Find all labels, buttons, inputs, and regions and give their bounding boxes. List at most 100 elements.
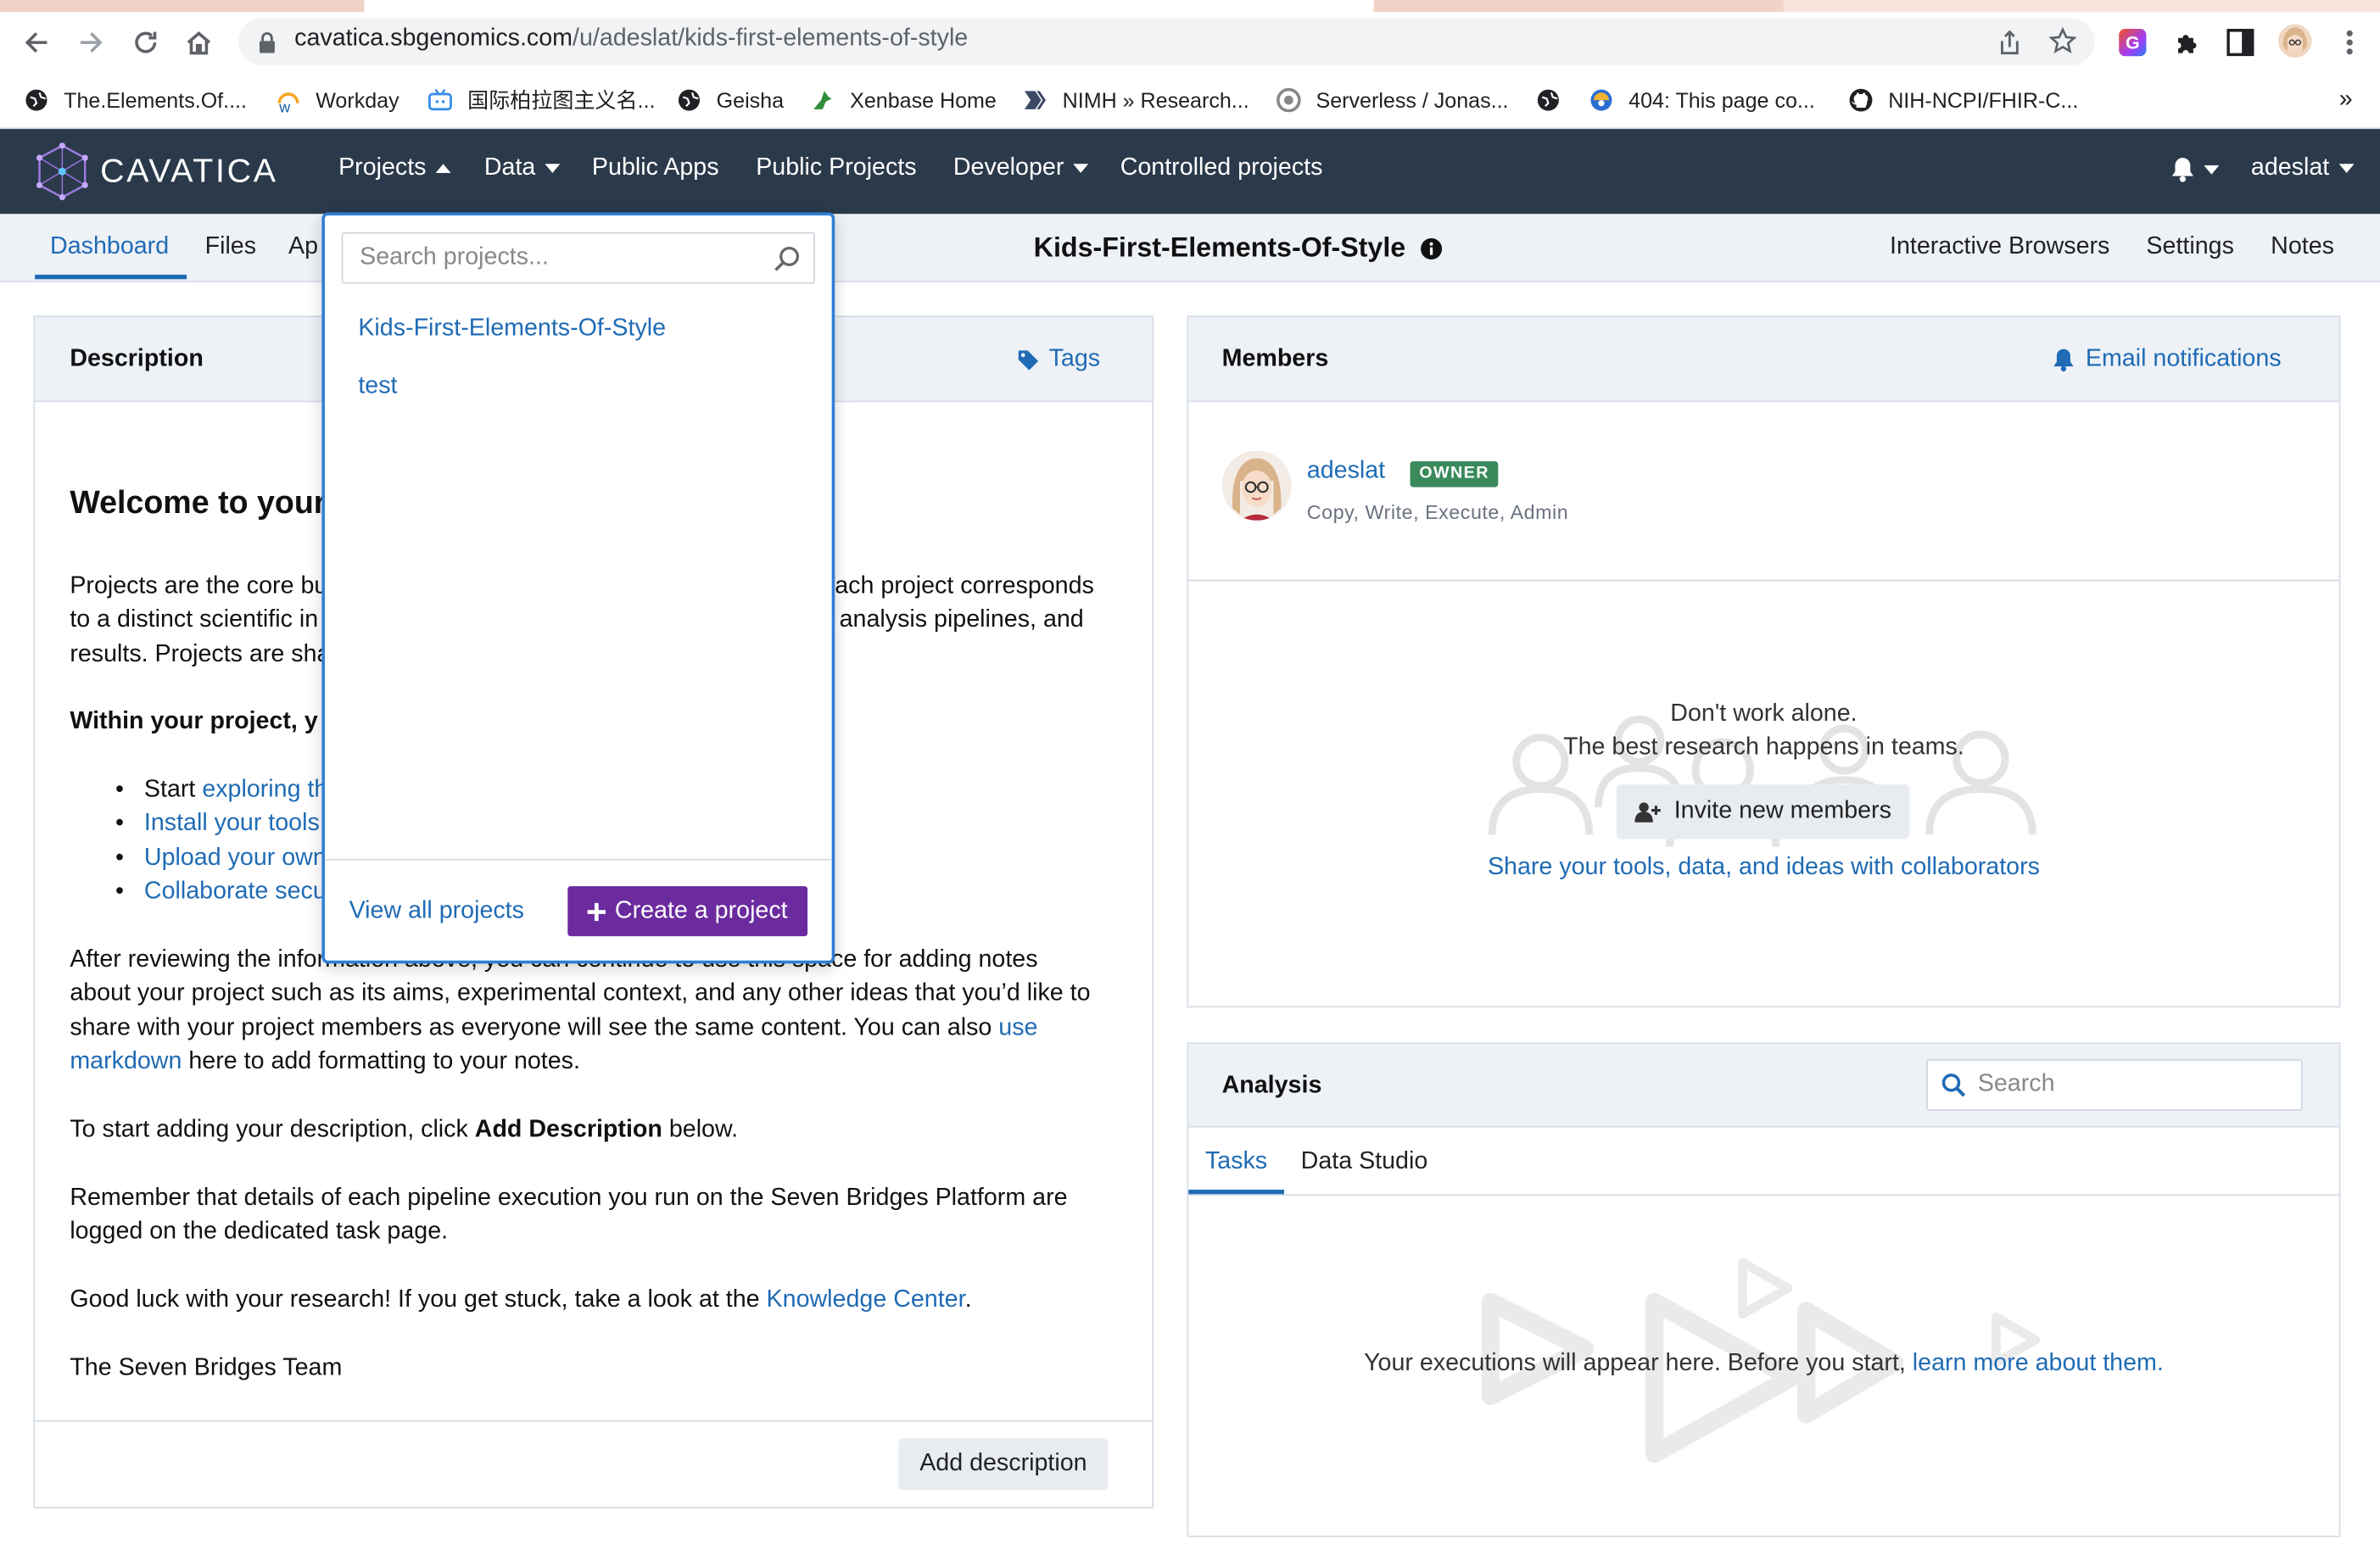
bookmark-item[interactable]: NIMH » Research...	[1023, 83, 1249, 116]
tags-link[interactable]: Tags	[1017, 346, 1100, 373]
members-title: Members	[1221, 346, 1329, 372]
project-item[interactable]: Kids-First-Elements-Of-Style	[358, 315, 666, 343]
workday-icon: w	[277, 88, 301, 112]
colorful-globe-icon	[1589, 88, 1614, 113]
extensions-puzzle-icon[interactable]	[2172, 27, 2203, 58]
reload-icon[interactable]	[131, 27, 161, 58]
nimh-icon	[1023, 88, 1048, 113]
project-title: Kids-First-Elements-Of-Style	[1034, 232, 1443, 265]
bookmark-item[interactable]: Serverless / Jonas...	[1277, 83, 1509, 116]
project-item[interactable]: test	[358, 373, 397, 400]
after-line-3: share with your project members as every…	[70, 1015, 1038, 1041]
url-text[interactable]: cavatica.sbgenomics.com/u/adeslat/kids-f…	[294, 25, 968, 53]
profile-avatar-icon[interactable]	[2278, 24, 2312, 59]
nav-public-projects[interactable]: Public Projects	[756, 155, 916, 182]
signature: The Seven Bridges Team	[70, 1355, 343, 1381]
nav-data[interactable]: Data	[484, 155, 560, 182]
extension-g-icon[interactable]: G	[2119, 29, 2147, 57]
description-title: Description	[70, 346, 204, 372]
star-icon[interactable]	[2048, 27, 2077, 54]
member-avatar[interactable]	[1221, 450, 1292, 521]
divider	[1188, 1194, 2339, 1196]
markdown-link[interactable]: markdown	[70, 1049, 182, 1074]
info-icon[interactable]	[1421, 237, 1443, 259]
bookmark-item[interactable]: Geisha	[677, 83, 784, 116]
search-icon	[1941, 1073, 1966, 1097]
browser-tab[interactable]	[1783, 0, 2380, 13]
member-permissions: Copy, Write, Execute, Admin	[1306, 500, 1569, 524]
tab-apps[interactable]: Ap	[288, 234, 318, 261]
browser-menu-icon[interactable]	[2338, 27, 2362, 58]
owner-badge: OWNER	[1410, 461, 1499, 488]
logo-text[interactable]: CAVATICA	[100, 152, 278, 192]
add-description-button[interactable]: Add description	[898, 1438, 1109, 1491]
link-notes[interactable]: Notes	[2271, 234, 2334, 261]
analysis-title: Analysis	[1221, 1073, 1322, 1099]
remember-line-1: Remember that details of each pipeline e…	[70, 1185, 1068, 1212]
intro-line-3: results. Projects are sha	[70, 641, 331, 668]
tab-dashboard[interactable]: Dashboard	[50, 234, 169, 261]
after-line-2: about your project such as its aims, exp…	[70, 980, 1091, 1007]
home-icon[interactable]	[184, 27, 215, 58]
tag-icon	[1017, 349, 1040, 371]
tab-data-studio[interactable]: Data Studio	[1301, 1149, 1428, 1176]
email-notifications-link[interactable]: Email notifications	[2052, 346, 2282, 373]
bell-icon	[2052, 348, 2075, 372]
active-tab-indicator	[35, 274, 187, 280]
bookmark-item[interactable]: 国际柏拉图主义名...	[428, 83, 655, 116]
create-project-button[interactable]: Create a project	[567, 886, 808, 937]
sidepanel-icon[interactable]	[2226, 29, 2254, 57]
cavatica-logo-icon[interactable]	[33, 142, 91, 201]
bookmark-item[interactable]: Xenbase Home	[811, 83, 997, 116]
invite-members-button[interactable]: Invite new members	[1616, 784, 1910, 839]
bookmark-item[interactable]: 404: This page co...	[1589, 83, 1815, 116]
tab-tasks[interactable]: Tasks	[1205, 1149, 1267, 1176]
use-markdown-link[interactable]: use	[998, 1015, 1037, 1040]
share-link[interactable]: Share your tools, data, and ideas with c…	[1188, 855, 2338, 882]
bookmark-item[interactable]: NIH-NCPI/FHIR-C...	[1849, 83, 2078, 116]
forward-icon[interactable]	[75, 27, 106, 58]
bookmark-item[interactable]: w Workday	[277, 83, 399, 116]
exploring-link[interactable]: exploring th	[202, 777, 327, 802]
intro-line-2b: analysis pipelines, and	[839, 606, 1084, 633]
intro-line-1a: Projects are the core bu	[70, 573, 328, 599]
bullet-item: • Start exploring th	[115, 777, 328, 803]
lock-icon[interactable]	[258, 32, 276, 53]
knowledge-center-link[interactable]: Knowledge Center	[767, 1287, 965, 1313]
bookmark-item-unnamed[interactable]	[1536, 83, 1576, 116]
caret-down-icon	[2204, 165, 2220, 174]
more-bookmarks-icon[interactable]: »	[2339, 83, 2353, 116]
bullet-item: • Upload your own	[115, 845, 327, 872]
learn-more-link[interactable]: learn more about them.	[1913, 1351, 2164, 1376]
intro-line-1b: ach project corresponds	[835, 573, 1094, 599]
link-settings[interactable]: Settings	[2146, 234, 2233, 261]
back-icon[interactable]	[21, 27, 52, 58]
upload-link[interactable]: Upload your own	[144, 845, 327, 871]
nav-public-apps[interactable]: Public Apps	[592, 155, 719, 182]
link-interactive-browsers[interactable]: Interactive Browsers	[1890, 234, 2109, 261]
analysis-search-placeholder: Search	[1977, 1071, 2055, 1097]
bilibili-icon	[428, 88, 453, 113]
within-heading: Within your project, y	[70, 708, 318, 735]
empty-members-line-1: Don't work alone.	[1670, 700, 1858, 728]
good-luck-text: Good luck with your research! If you get…	[70, 1286, 972, 1313]
caret-up-icon	[435, 164, 451, 174]
members-panel	[1187, 315, 2341, 1008]
browser-active-tab[interactable]	[364, 0, 1374, 13]
nav-developer[interactable]: Developer	[953, 155, 1088, 182]
collaborate-link[interactable]: Collaborate secu	[144, 878, 327, 904]
globe-icon	[1536, 88, 1561, 113]
notifications-menu[interactable]	[2170, 156, 2220, 182]
member-name-link[interactable]: adeslat	[1307, 458, 1385, 485]
share-icon[interactable]	[1997, 29, 2022, 56]
bullet-item: • Install your tools	[115, 810, 320, 837]
view-all-projects-link[interactable]: View all projects	[349, 898, 524, 925]
divider	[324, 858, 832, 861]
tab-files[interactable]: Files	[205, 234, 256, 261]
search-projects-placeholder: Search projects...	[360, 244, 549, 270]
install-tools-link[interactable]: Install your tools	[144, 811, 320, 836]
nav-projects[interactable]: Projects	[338, 155, 451, 182]
bookmark-item[interactable]: The.Elements.Of....	[25, 83, 247, 116]
nav-controlled-projects[interactable]: Controlled projects	[1120, 155, 1323, 182]
user-menu[interactable]: adeslat	[2251, 155, 2354, 182]
